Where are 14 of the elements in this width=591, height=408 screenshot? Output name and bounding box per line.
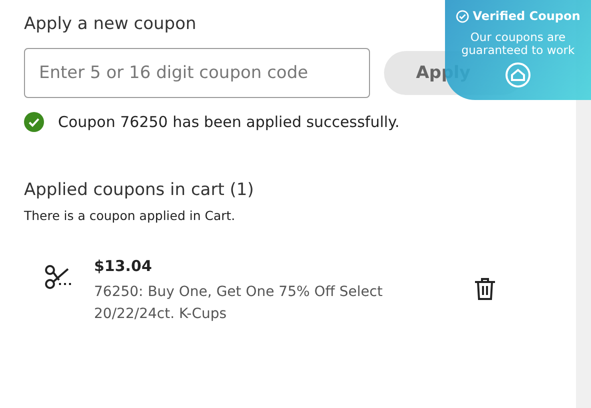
coupon-description: 76250: Buy One, Get One 75% Off Select 20/22/24ct. K-Cups xyxy=(94,283,384,324)
success-message: Coupon 76250 has been applied successfully. xyxy=(58,113,400,131)
badge-title: Verified Coupon xyxy=(472,9,580,23)
section-title: Applied coupons in cart (1) xyxy=(24,180,254,200)
coupon-code-field[interactable]: Enter 5 or 16 digit coupon code xyxy=(24,48,370,98)
home-icon xyxy=(505,62,531,88)
section-title: Apply a new coupon xyxy=(24,14,196,34)
trash-icon[interactable] xyxy=(474,277,496,301)
coupon-amount: $13.04 xyxy=(94,257,153,275)
check-icon xyxy=(24,112,44,132)
verified-icon xyxy=(456,10,469,22)
cart-note: There is a coupon applied in Cart. xyxy=(24,208,236,223)
badge-text: Our coupons are guaranteed to work xyxy=(460,31,576,57)
scissors-icon xyxy=(44,263,74,291)
